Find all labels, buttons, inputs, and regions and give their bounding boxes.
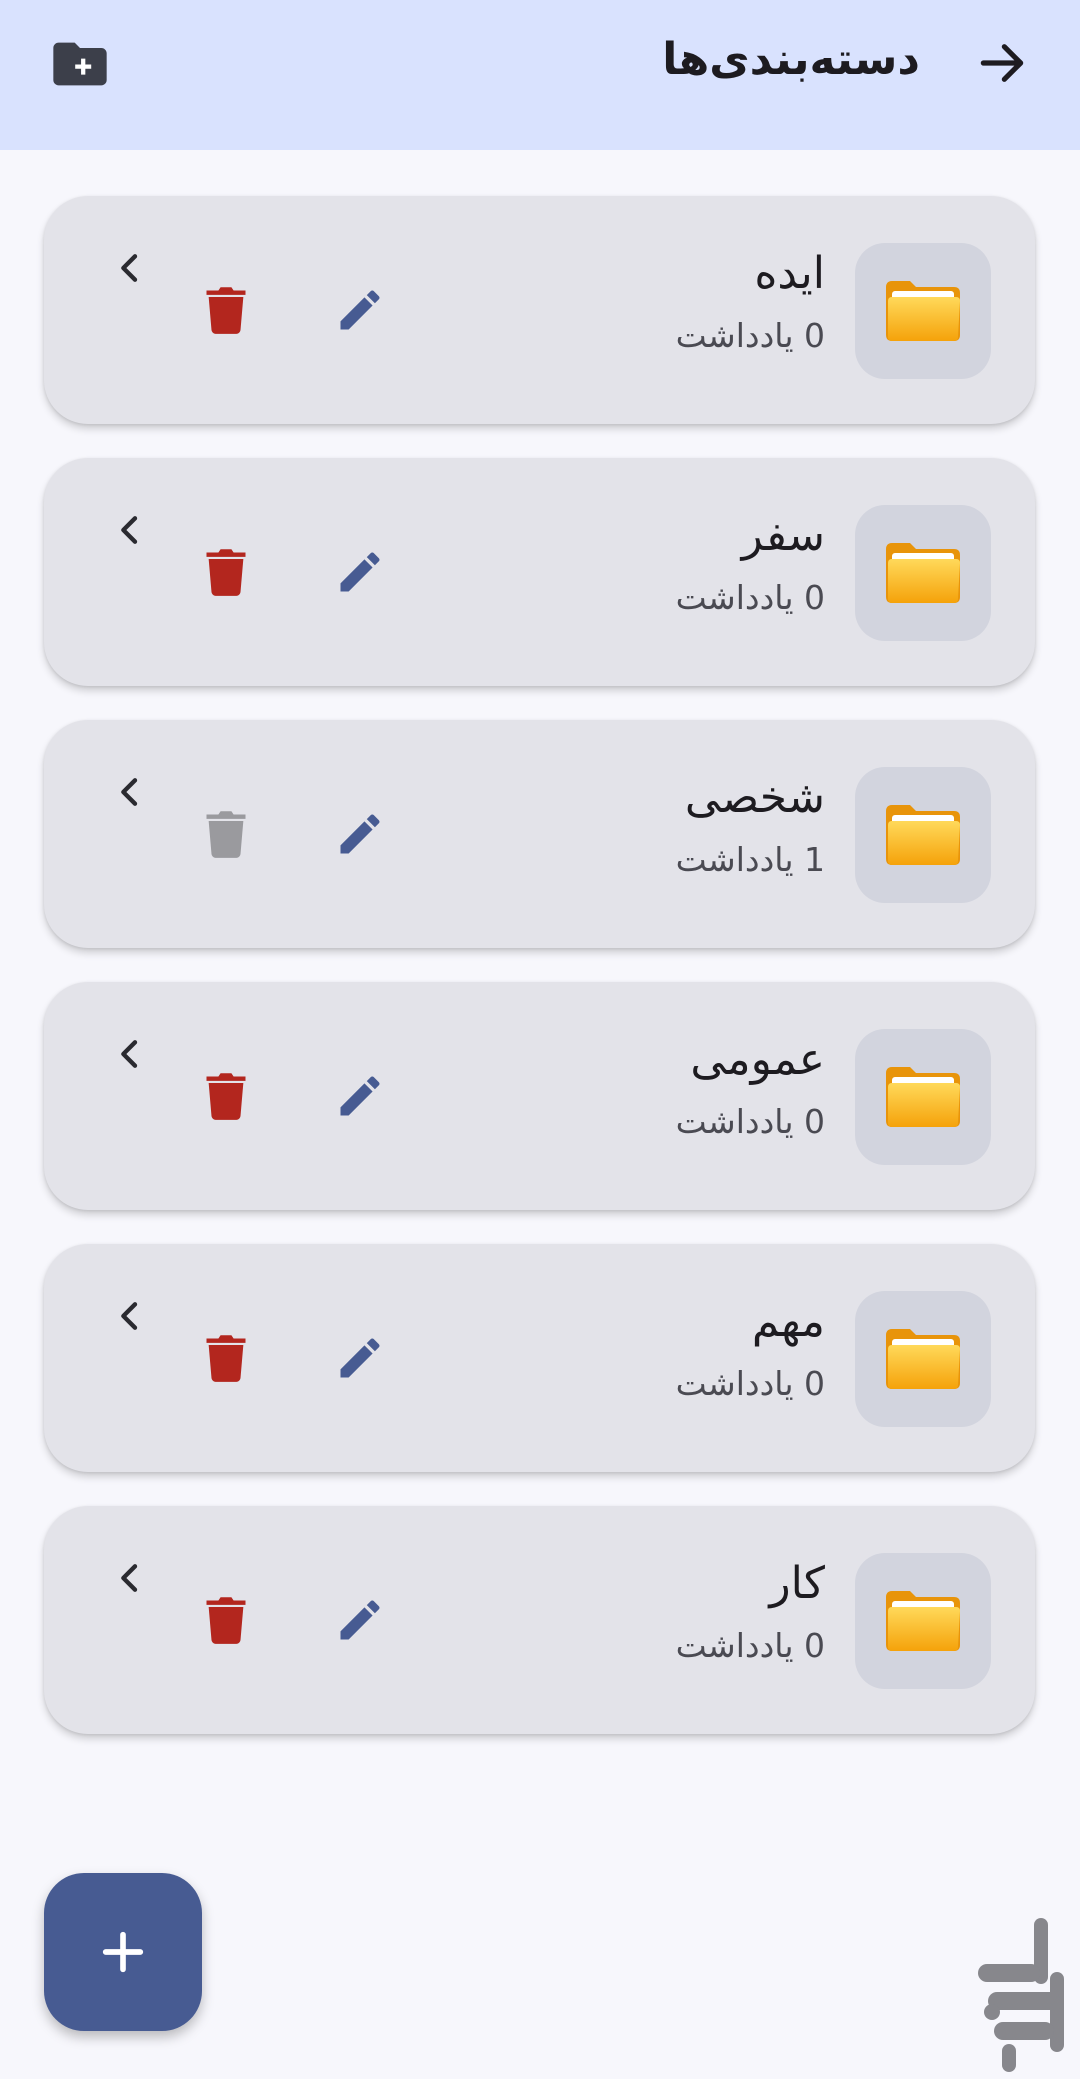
open-category-button[interactable] bbox=[98, 1546, 162, 1610]
category-note-count: 0 یادداشت bbox=[675, 1102, 825, 1141]
open-category-button[interactable] bbox=[98, 498, 162, 562]
category-name: عمومی bbox=[690, 1034, 825, 1085]
category-note-count: 0 یادداشت bbox=[675, 1626, 825, 1665]
delete-button[interactable] bbox=[190, 1584, 262, 1656]
open-category-button[interactable] bbox=[98, 236, 162, 300]
folder-tile bbox=[855, 243, 991, 379]
trash-icon bbox=[206, 1335, 246, 1382]
category-name: ایده bbox=[754, 248, 825, 299]
pencil-icon bbox=[340, 552, 380, 592]
category-name: کار bbox=[769, 1558, 825, 1609]
page-title: دسته‌بندی‌ها bbox=[662, 34, 920, 85]
store-watermark-logo bbox=[978, 1918, 1064, 2072]
chevron-left-icon bbox=[121, 1302, 138, 1330]
category-note-count: 0 یادداشت bbox=[675, 316, 825, 355]
category-card[interactable]: سفر 0 یادداشت bbox=[44, 458, 1035, 686]
folder-tile bbox=[855, 1553, 991, 1689]
plus-icon bbox=[102, 1931, 144, 1973]
edit-button[interactable] bbox=[324, 798, 396, 870]
edit-button[interactable] bbox=[324, 1584, 396, 1656]
trash-icon bbox=[206, 549, 246, 596]
category-card[interactable]: عمومی 0 یادداشت bbox=[44, 982, 1035, 1210]
category-note-count: 0 یادداشت bbox=[675, 578, 825, 617]
folder-icon bbox=[886, 1067, 960, 1127]
folder-tile bbox=[855, 1029, 991, 1165]
pencil-icon bbox=[340, 1600, 380, 1640]
trash-icon bbox=[206, 287, 246, 334]
chevron-left-icon bbox=[121, 254, 138, 282]
category-card[interactable]: مهم 0 یادداشت bbox=[44, 1244, 1035, 1472]
folder-icon bbox=[886, 1329, 960, 1389]
trash-icon bbox=[206, 1073, 246, 1120]
edit-button[interactable] bbox=[324, 1060, 396, 1132]
delete-button[interactable] bbox=[190, 274, 262, 346]
open-category-button[interactable] bbox=[98, 1022, 162, 1086]
chevron-left-icon bbox=[121, 1564, 138, 1592]
category-name: شخصی bbox=[684, 772, 825, 823]
folder-icon bbox=[886, 281, 960, 341]
folder-icon bbox=[886, 805, 960, 865]
category-name: سفر bbox=[741, 510, 825, 561]
delete-button[interactable] bbox=[190, 536, 262, 608]
app-bar: دسته‌بندی‌ها bbox=[0, 0, 1080, 150]
category-card[interactable]: شخصی 1 یادداشت bbox=[44, 720, 1035, 948]
category-name: مهم bbox=[751, 1296, 825, 1347]
delete-button bbox=[190, 798, 262, 870]
edit-button[interactable] bbox=[324, 274, 396, 346]
open-category-button[interactable] bbox=[98, 760, 162, 824]
pencil-icon bbox=[340, 1338, 380, 1378]
delete-button[interactable] bbox=[190, 1322, 262, 1394]
add-fab-button[interactable] bbox=[44, 1873, 202, 2031]
back-button[interactable] bbox=[970, 31, 1034, 95]
category-card[interactable]: ایده 0 یادداشت bbox=[44, 196, 1035, 424]
pencil-icon bbox=[340, 290, 380, 330]
folder-icon bbox=[886, 543, 960, 603]
category-card[interactable]: کار 0 یادداشت bbox=[44, 1506, 1035, 1734]
pencil-icon bbox=[340, 814, 380, 854]
folder-tile bbox=[855, 1291, 991, 1427]
trash-icon bbox=[206, 811, 246, 858]
folder-tile bbox=[855, 767, 991, 903]
add-category-button[interactable] bbox=[44, 28, 116, 100]
delete-button[interactable] bbox=[190, 1060, 262, 1132]
chevron-left-icon bbox=[121, 516, 138, 544]
arrow-right-icon bbox=[980, 44, 1024, 82]
category-note-count: 1 یادداشت bbox=[675, 840, 825, 879]
edit-button[interactable] bbox=[324, 536, 396, 608]
chevron-left-icon bbox=[121, 1040, 138, 1068]
edit-button[interactable] bbox=[324, 1322, 396, 1394]
category-note-count: 0 یادداشت bbox=[675, 1364, 825, 1403]
pencil-icon bbox=[340, 1076, 380, 1116]
chevron-left-icon bbox=[121, 778, 138, 806]
open-category-button[interactable] bbox=[98, 1284, 162, 1348]
create-new-folder-icon bbox=[53, 42, 107, 86]
folder-tile bbox=[855, 505, 991, 641]
trash-icon bbox=[206, 1597, 246, 1644]
folder-icon bbox=[886, 1591, 960, 1651]
